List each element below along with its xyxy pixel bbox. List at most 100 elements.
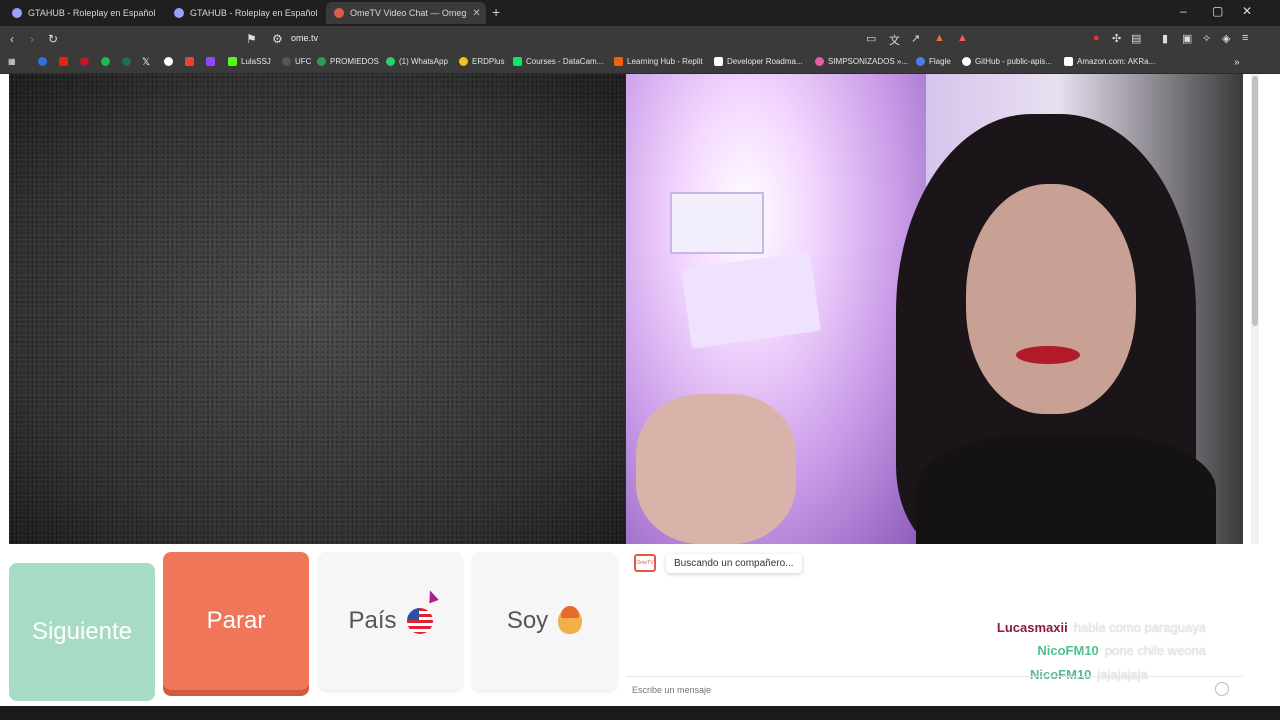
sidebar-icon[interactable]: ▮ bbox=[1162, 32, 1168, 45]
bookmark-replit[interactable]: Learning Hub - Replit bbox=[614, 57, 703, 66]
gender-button-label: Soy bbox=[506, 607, 549, 634]
bookmark-amazon[interactable]: Amazon.com: AKRa... bbox=[1064, 57, 1155, 66]
emoji-icon[interactable] bbox=[1215, 682, 1229, 696]
chat-panel: OmeTV Buscando un compañero... Lucasmaxi… bbox=[626, 544, 1243, 704]
amazon-icon bbox=[1064, 57, 1073, 66]
bookmark-label: Learning Hub - Replit bbox=[627, 57, 703, 66]
bookmark-flagle[interactable]: Flagle bbox=[916, 57, 951, 66]
video-person bbox=[876, 114, 1236, 544]
back-icon[interactable]: ‹ bbox=[10, 32, 14, 46]
stream-chat-message: NicoFM10 pone chile weona bbox=[1037, 643, 1206, 658]
ometv-logo-icon: OmeTV bbox=[634, 554, 656, 572]
share-icon[interactable]: ↗ bbox=[911, 32, 920, 45]
rewards-icon[interactable]: ▲ bbox=[957, 32, 968, 44]
bookmark-item[interactable] bbox=[164, 57, 173, 66]
stop-button-label: Parar bbox=[206, 607, 266, 634]
bookmark-lulassj[interactable]: LulaSSJ bbox=[228, 57, 271, 66]
ometv-page: Siguiente Parar País Soy OmeTV Buscando … bbox=[0, 74, 1280, 720]
extensions-icon[interactable]: ✣ bbox=[1112, 32, 1121, 45]
tab-title: GTAHUB - Roleplay en Español bbox=[190, 8, 318, 18]
reading-list-icon[interactable]: ▤ bbox=[1131, 32, 1141, 45]
bookmark-whatsapp[interactable]: (1) WhatsApp bbox=[386, 57, 448, 66]
country-button[interactable]: País bbox=[318, 552, 463, 690]
datacamp-icon bbox=[513, 57, 522, 66]
tab-close-icon[interactable]: ✕ bbox=[472, 8, 480, 19]
bookmark-icon[interactable]: ⚑ bbox=[246, 32, 257, 46]
close-window-button[interactable]: ✕ bbox=[1242, 4, 1252, 18]
stop-button[interactable]: Parar bbox=[163, 552, 309, 690]
roadmap-icon bbox=[714, 57, 723, 66]
page-scrollbar[interactable] bbox=[1251, 74, 1259, 544]
site-settings-icon[interactable]: ⚙ bbox=[272, 32, 283, 46]
translate-icon[interactable]: 文 bbox=[889, 32, 900, 48]
menu-icon[interactable]: ≡ bbox=[1242, 32, 1248, 44]
apps-grid-icon[interactable]: ▦ bbox=[8, 57, 16, 66]
bookmark-label: (1) WhatsApp bbox=[399, 57, 448, 66]
bookmark-label: UFC bbox=[295, 57, 312, 66]
us-flag-icon bbox=[406, 608, 433, 634]
tab-title: OmeTV Video Chat — Omeg bbox=[350, 8, 467, 18]
bookmark-label: Amazon.com: AKRa... bbox=[1077, 57, 1156, 66]
wallet-icon[interactable]: ▣ bbox=[1182, 32, 1192, 45]
status-bubble: Buscando un compañero... bbox=[666, 554, 802, 573]
chat-input-bar bbox=[626, 676, 1243, 702]
forward-icon[interactable]: › bbox=[30, 32, 34, 46]
message-input[interactable] bbox=[632, 681, 1212, 699]
x-icon: 𝕏 bbox=[142, 57, 151, 68]
next-button-label: Siguiente bbox=[31, 618, 133, 645]
bookmark-promiedos[interactable]: PROMIEDOS bbox=[317, 57, 379, 66]
bottom-edge bbox=[0, 706, 1280, 720]
partner-video bbox=[626, 74, 1243, 544]
chat-text: pone chile weona bbox=[1104, 643, 1206, 658]
browser-toolbar: ‹ › ↻ ⚑ ⚙ ome.tv ▭ 文 ↗ ▲ ▲ ● ✣ ▤ ▮ ▣ ✧ ◈… bbox=[0, 26, 1280, 52]
bookmark-erdplus[interactable]: ERDPlus bbox=[459, 57, 504, 66]
bookmark-label: Courses - DataCam... bbox=[526, 57, 604, 66]
chat-username: Lucasmaxii bbox=[996, 620, 1068, 635]
bookmark-label: Developer Roadma... bbox=[727, 57, 803, 66]
tab-gtahub-2[interactable]: GTAHUB - Roleplay en Español bbox=[166, 2, 326, 24]
cast-icon[interactable]: ▭ bbox=[866, 32, 876, 45]
bookmark-item[interactable] bbox=[80, 57, 89, 66]
bookmark-roadmap[interactable]: Developer Roadma... bbox=[714, 57, 803, 66]
extension-record-icon[interactable]: ● bbox=[1093, 32, 1100, 44]
reload-icon[interactable]: ↻ bbox=[48, 32, 58, 46]
bookmark-label: ERDPlus bbox=[472, 57, 505, 66]
youtube-icon bbox=[59, 57, 68, 66]
bookmark-label: GitHub - public-apis... bbox=[975, 57, 1052, 66]
tab-gtahub-1[interactable]: GTAHUB - Roleplay en Español bbox=[4, 2, 164, 24]
bookmark-item[interactable] bbox=[59, 57, 68, 66]
twitch-icon bbox=[206, 57, 215, 66]
bookmark-white-icon bbox=[164, 57, 173, 66]
new-tab-button[interactable]: + bbox=[492, 4, 500, 20]
next-button[interactable]: Siguiente bbox=[9, 563, 155, 701]
vpn-icon[interactable]: ◈ bbox=[1222, 32, 1230, 45]
simpson-icon bbox=[815, 57, 824, 66]
maximize-button[interactable]: ▢ bbox=[1212, 4, 1223, 18]
github-icon bbox=[962, 57, 971, 66]
bookmark-datacamp[interactable]: Courses - DataCam... bbox=[513, 57, 603, 66]
kick-icon bbox=[228, 57, 237, 66]
bookmark-github[interactable]: GitHub - public-apis... bbox=[962, 57, 1052, 66]
bookmark-item[interactable] bbox=[122, 57, 131, 66]
bookmark-ufc[interactable]: UFC bbox=[282, 57, 311, 66]
scrollbar-thumb[interactable] bbox=[1252, 76, 1258, 326]
country-button-label: País bbox=[348, 607, 397, 634]
more-bookmarks-icon[interactable]: » bbox=[1234, 57, 1240, 68]
bookmark-item[interactable] bbox=[185, 57, 194, 66]
whatsapp-icon bbox=[386, 57, 395, 66]
bookmark-simpsonizados[interactable]: SIMPSONIZADOS »... bbox=[815, 57, 908, 66]
brave-shield-icon[interactable]: ▲ bbox=[934, 32, 945, 44]
bookmark-item[interactable] bbox=[101, 57, 110, 66]
video-poster bbox=[670, 192, 764, 254]
leo-icon[interactable]: ✧ bbox=[1202, 32, 1211, 45]
gender-button[interactable]: Soy bbox=[472, 552, 617, 690]
tab-favicon-icon bbox=[334, 8, 344, 18]
bookmark-item[interactable] bbox=[206, 57, 215, 66]
own-video-static bbox=[9, 74, 626, 544]
bookmark-item[interactable]: 𝕏 bbox=[142, 57, 150, 68]
minimize-button[interactable]: – bbox=[1180, 4, 1187, 18]
tab-ometv[interactable]: OmeTV Video Chat — Omeg ✕ bbox=[326, 2, 486, 24]
url-text[interactable]: ome.tv bbox=[291, 33, 318, 43]
bookmark-item[interactable] bbox=[38, 57, 47, 66]
chat-username: NicoFM10 bbox=[1037, 643, 1099, 658]
